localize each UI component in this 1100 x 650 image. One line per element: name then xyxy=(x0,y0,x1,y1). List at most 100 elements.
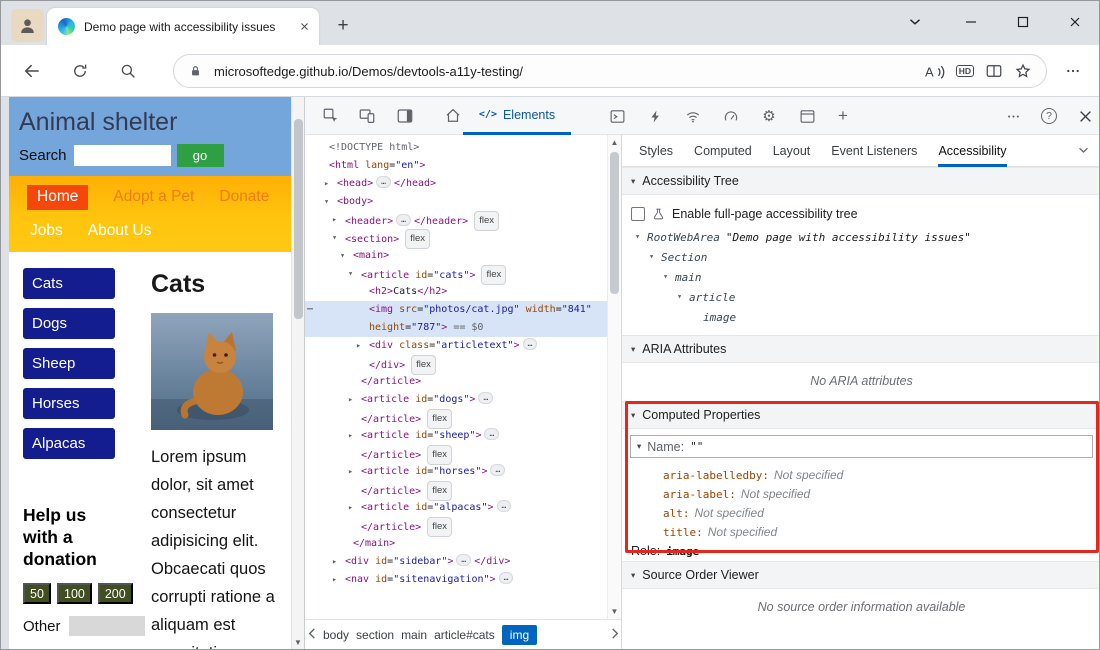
accessibility-tree-node[interactable]: ▾article xyxy=(631,287,1100,307)
tab-actions-chevron-icon[interactable] xyxy=(893,5,937,39)
breadcrumb-item-body[interactable]: body xyxy=(323,628,349,642)
dom-tree-line[interactable]: </article>flex xyxy=(305,517,621,535)
hd-badge-icon[interactable]: HD xyxy=(956,65,974,78)
dom-tree-line[interactable]: ▸<div class="articletext">… xyxy=(305,337,621,355)
profile-button[interactable] xyxy=(11,9,44,42)
tab-computed[interactable]: Computed xyxy=(694,135,752,167)
breadcrumb-scroll-right-icon[interactable] xyxy=(611,628,619,639)
nav-item-donate[interactable]: Donate xyxy=(219,188,269,206)
donation-amount-200[interactable]: 200 xyxy=(98,583,133,604)
flex-badge[interactable]: flex xyxy=(427,517,452,537)
tab-close-icon[interactable] xyxy=(295,18,313,36)
tree-expand-icon[interactable]: ▾ xyxy=(677,292,689,302)
flex-badge[interactable]: flex xyxy=(427,481,452,501)
category-button-alpacas[interactable]: Alpacas xyxy=(23,428,115,459)
dom-expand-arrow-icon[interactable]: ▾ xyxy=(348,265,358,283)
page-scrollbar[interactable]: ▼ xyxy=(291,97,304,650)
flex-badge[interactable]: flex xyxy=(481,265,506,285)
breadcrumb-item-article#cats[interactable]: article#cats xyxy=(434,628,495,642)
accessibility-tree-node[interactable]: ▾Section xyxy=(631,247,1100,267)
section-aria-attributes[interactable]: ▾ ARIA Attributes xyxy=(622,335,1100,363)
flex-badge[interactable]: flex xyxy=(427,445,452,465)
new-tab-button[interactable]: + xyxy=(331,14,355,38)
accessibility-tree-node[interactable]: ▾main xyxy=(631,267,1100,287)
dom-line-menu-icon[interactable]: ⋯ xyxy=(307,301,313,319)
enable-fullpage-tree-checkbox[interactable] xyxy=(631,207,645,221)
scroll-up-icon[interactable]: ▲ xyxy=(608,138,621,147)
dom-expand-arrow-icon[interactable]: ▸ xyxy=(332,211,342,229)
dock-panel-icon[interactable] xyxy=(393,104,417,128)
window-close-button[interactable] xyxy=(1053,5,1097,39)
site-info-lock-icon[interactable] xyxy=(188,63,203,79)
dom-tree-line[interactable]: ▾<main> xyxy=(305,247,621,265)
tab-styles[interactable]: Styles xyxy=(639,135,673,167)
section-source-order-viewer[interactable]: ▾ Source Order Viewer xyxy=(622,561,1100,589)
section-accessibility-tree[interactable]: ▾ Accessibility Tree xyxy=(622,167,1100,195)
dom-tree-line[interactable]: ▸<nav id="sitenavigation">… xyxy=(305,571,621,589)
dom-expand-arrow-icon[interactable]: ▾ xyxy=(332,229,342,247)
page-scrollbar-thumb[interactable] xyxy=(294,119,303,319)
address-bar[interactable]: microsoftedge.github.io/Demos/devtools-a… xyxy=(173,54,1047,88)
dom-tree-line[interactable]: ▸<article id="alpacas">… xyxy=(305,499,621,517)
minimize-button[interactable] xyxy=(949,5,993,39)
category-button-dogs[interactable]: Dogs xyxy=(23,308,115,339)
computed-name-row[interactable]: ▾ Name: "" xyxy=(630,435,1093,458)
section-computed-properties[interactable]: ▾ Computed Properties xyxy=(622,401,1100,429)
dom-expand-arrow-icon[interactable]: ▾ xyxy=(324,193,334,211)
category-button-cats[interactable]: Cats xyxy=(23,268,115,299)
more-tools-window-icon[interactable] xyxy=(795,104,819,128)
devtools-more-options-icon[interactable] xyxy=(1001,104,1025,128)
dom-tree-line[interactable]: <!DOCTYPE html> xyxy=(305,139,621,157)
dom-expand-arrow-icon[interactable]: ▸ xyxy=(356,337,366,355)
favorites-star-icon[interactable] xyxy=(1014,62,1032,80)
tab-accessibility[interactable]: Accessibility xyxy=(938,135,1006,167)
nav-item-home[interactable]: Home xyxy=(27,185,88,210)
dom-tree-line[interactable]: ▸<div id="sidebar">…</div> xyxy=(305,553,621,571)
tab-layout[interactable]: Layout xyxy=(773,135,811,167)
flex-badge[interactable]: flex xyxy=(411,355,436,375)
breadcrumb-item-main[interactable]: main xyxy=(401,628,427,642)
donation-amount-100[interactable]: 100 xyxy=(57,583,92,604)
dom-tree-line[interactable]: </article>flex xyxy=(305,481,621,499)
donation-amount-50[interactable]: 50 xyxy=(23,583,51,604)
settings-gear-icon[interactable]: ⚙ xyxy=(757,104,781,128)
site-search-input[interactable] xyxy=(74,145,171,166)
dom-expand-arrow-icon[interactable]: ▸ xyxy=(332,553,342,571)
donation-other-input[interactable] xyxy=(69,616,145,636)
devtools-close-icon[interactable] xyxy=(1073,104,1097,128)
dom-expand-arrow-icon[interactable]: ▸ xyxy=(348,391,358,409)
issues-icon[interactable] xyxy=(643,104,667,128)
search-icon[interactable] xyxy=(115,58,141,84)
read-aloud-icon[interactable]: A xyxy=(924,62,945,81)
add-panel-icon[interactable]: + xyxy=(831,104,855,128)
dom-tree-line[interactable]: </main> xyxy=(305,535,621,553)
nav-item-adopt-a-pet[interactable]: Adopt a Pet xyxy=(113,188,194,206)
help-icon[interactable]: ? xyxy=(1037,104,1061,128)
go-button[interactable]: go xyxy=(177,144,224,167)
inspect-element-icon[interactable] xyxy=(319,104,343,128)
breadcrumb-scroll-left-icon[interactable] xyxy=(308,628,316,639)
dom-tree-scrollbar[interactable]: ▲ ▼ xyxy=(607,135,621,619)
device-emulation-icon[interactable] xyxy=(355,104,379,128)
home-icon[interactable] xyxy=(441,104,465,128)
refresh-button[interactable] xyxy=(67,58,93,84)
dom-tree-line[interactable]: ▾<body> xyxy=(305,193,621,211)
accessibility-tree-node[interactable]: image xyxy=(631,307,1100,327)
breadcrumb-item-img[interactable]: img xyxy=(502,625,537,645)
dom-scrollbar-thumb[interactable] xyxy=(610,152,619,294)
dom-expand-arrow-icon[interactable]: ▾ xyxy=(340,247,350,265)
performance-icon[interactable] xyxy=(719,104,743,128)
console-icon[interactable] xyxy=(605,104,629,128)
dom-expand-arrow-icon[interactable]: ▸ xyxy=(348,427,358,445)
dom-tree-line[interactable]: height="787"> == $0 xyxy=(305,319,621,337)
dom-tree-line[interactable]: ▸<head>…</head> xyxy=(305,175,621,193)
tab-elements[interactable]: </> Elements xyxy=(463,97,571,135)
settings-more-icon[interactable] xyxy=(1059,58,1087,84)
tab-event-listeners[interactable]: Event Listeners xyxy=(831,135,917,167)
dom-tree-line[interactable]: ⋯<img src="photos/cat.jpg" width="841" xyxy=(305,301,621,319)
category-button-sheep[interactable]: Sheep xyxy=(23,348,115,379)
tree-expand-icon[interactable]: ▾ xyxy=(635,232,647,242)
more-tabs-chevron-icon[interactable] xyxy=(1078,147,1089,154)
network-conditions-icon[interactable] xyxy=(681,104,705,128)
flex-badge[interactable]: flex xyxy=(405,229,430,249)
